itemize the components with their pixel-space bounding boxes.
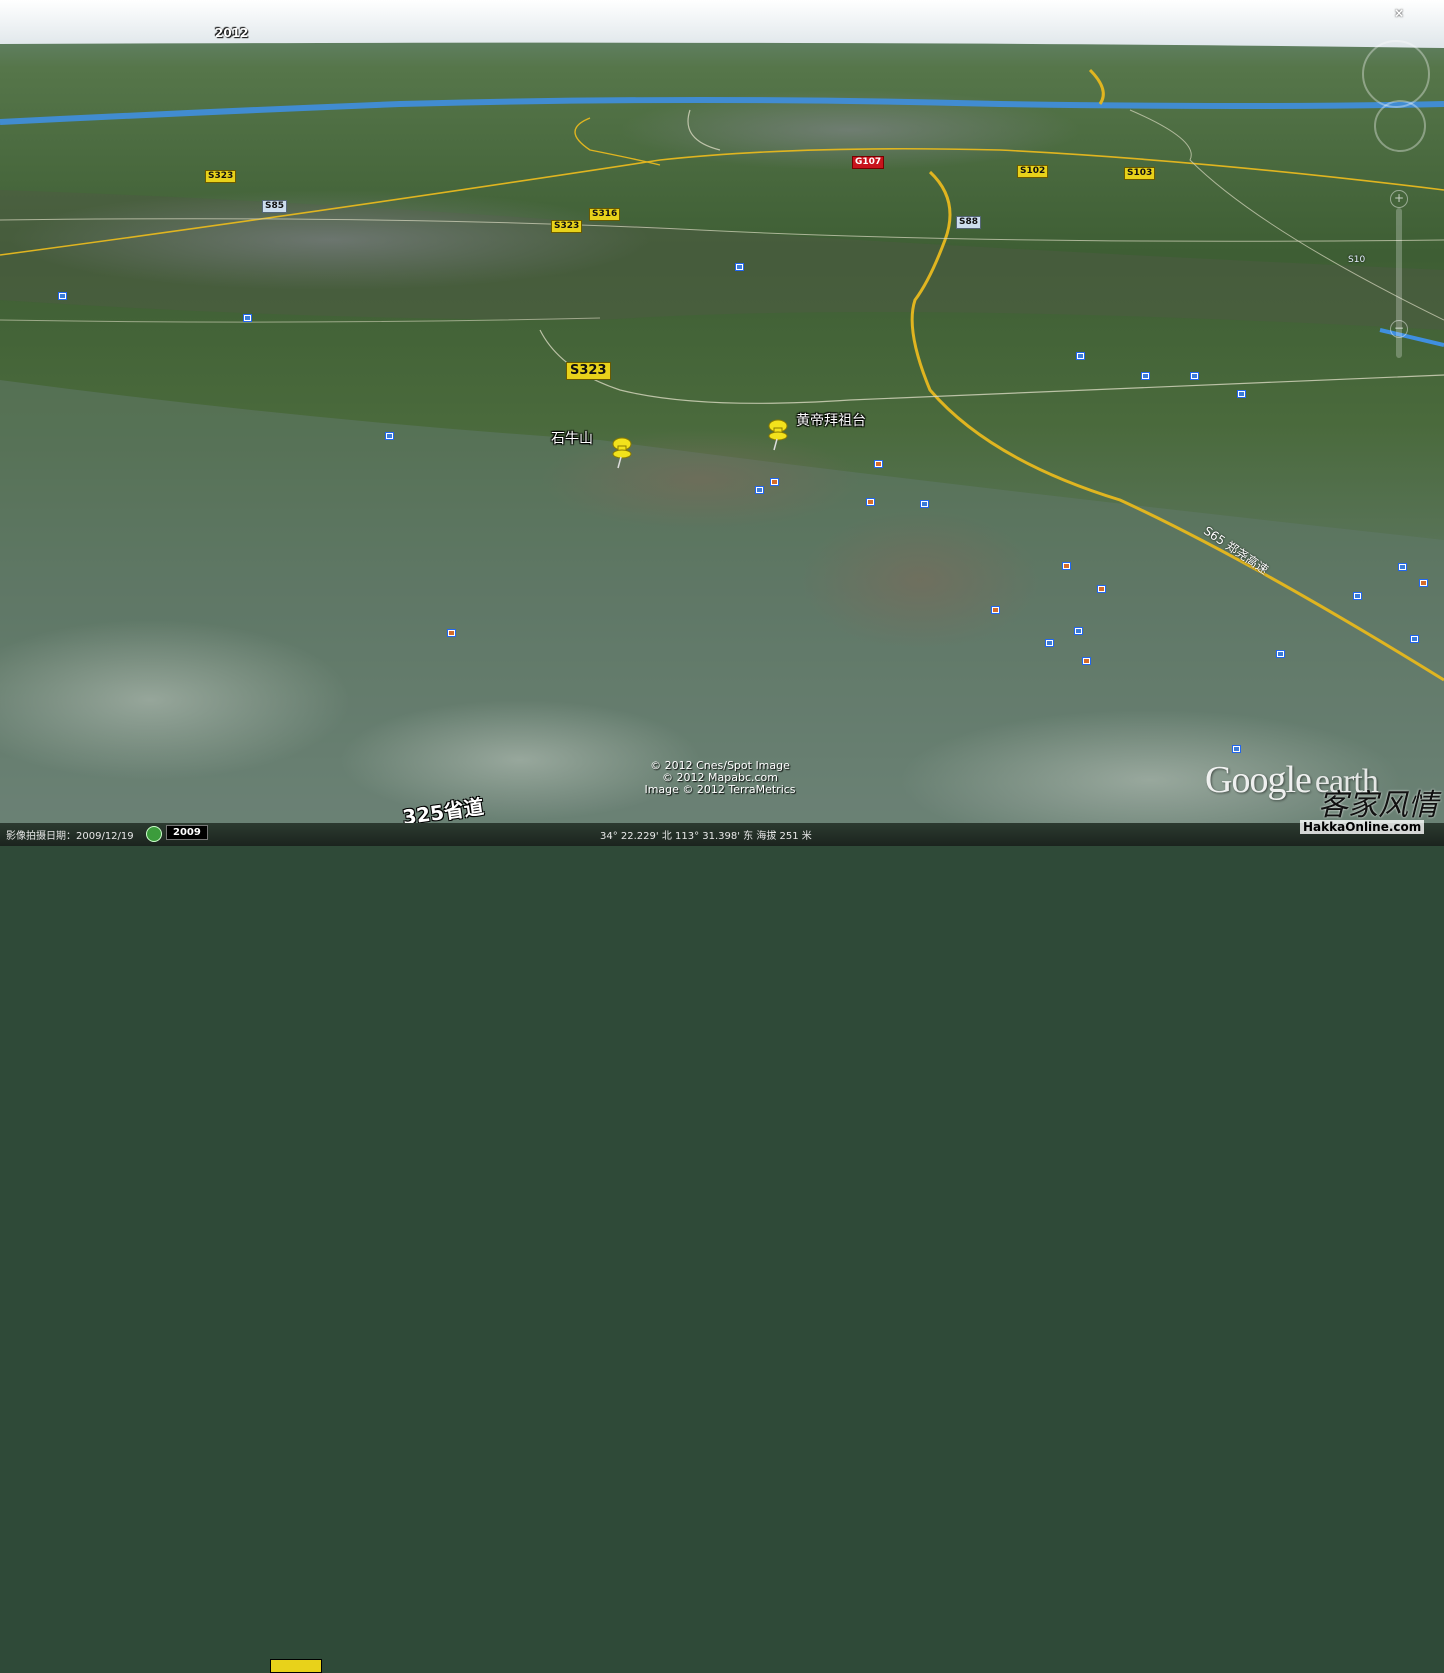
photo-icon[interactable] — [243, 314, 252, 322]
road-shield-s316: S316 — [589, 208, 621, 221]
look-joystick-icon[interactable] — [1362, 40, 1430, 108]
historical-imagery-clock-icon[interactable] — [146, 826, 162, 842]
photo-icon[interactable] — [1353, 592, 1362, 600]
photo-icon[interactable] — [735, 263, 744, 271]
road-shield-s323-far: S323 — [551, 220, 583, 233]
photo-icon[interactable] — [1076, 352, 1085, 360]
year-overlay-label: 2012 — [215, 26, 249, 40]
photo-icon[interactable] — [866, 498, 875, 506]
cursor-coordinates: 34° 22.229' 北 113° 31.398' 东 海拔 251 米 — [600, 831, 812, 842]
terrain-imagery — [0, 0, 1444, 846]
photo-icon[interactable] — [1419, 579, 1428, 587]
photo-icon[interactable] — [1232, 745, 1241, 753]
road-shield-s323: S323 — [566, 362, 611, 380]
close-icon[interactable]: × — [1394, 6, 1404, 20]
photo-icon[interactable] — [1141, 372, 1150, 380]
photo-icon[interactable] — [385, 432, 394, 440]
move-joystick-icon[interactable] — [1374, 100, 1426, 152]
photo-icon[interactable] — [755, 486, 764, 494]
photo-icon[interactable] — [1074, 627, 1083, 635]
photo-icon[interactable] — [1398, 563, 1407, 571]
photo-icon[interactable] — [1190, 372, 1199, 380]
placemark-label[interactable]: 石牛山 — [551, 428, 593, 448]
photo-icon[interactable] — [1237, 390, 1246, 398]
watermark-url: HakkaOnline.com — [1300, 820, 1425, 834]
photo-icon[interactable] — [920, 500, 929, 508]
photo-icon[interactable] — [991, 606, 1000, 614]
road-shield-s102: S102 — [1017, 165, 1049, 178]
photo-icon[interactable] — [1097, 585, 1106, 593]
credit-line: Image © 2012 TerraMetrics — [644, 783, 796, 796]
placemark-label[interactable]: 黄帝拜祖台 — [796, 410, 866, 430]
photo-icon[interactable] — [1062, 562, 1071, 570]
zoom-out-icon[interactable]: − — [1390, 320, 1408, 338]
imagery-date: 影像拍摄日期：2009/12/19 — [6, 831, 134, 842]
watermark-calligraphy: 客家风情 — [1318, 788, 1438, 823]
road-shield-s85: S85 — [262, 200, 288, 213]
photo-icon[interactable] — [447, 629, 456, 637]
logo-google: Google — [1205, 759, 1312, 801]
photo-icon[interactable] — [1410, 635, 1419, 643]
photo-icon[interactable] — [1276, 650, 1285, 658]
road-shield-s323-left: S323 — [205, 170, 237, 183]
zoom-in-icon[interactable]: + — [1390, 190, 1408, 208]
road-shield-s103: S103 — [1124, 167, 1156, 180]
photo-icon[interactable] — [1082, 657, 1091, 665]
road-shield-partial — [270, 1659, 322, 1673]
imagery-credits: © 2012 Cnes/Spot Image © 2012 Mapabc.com… — [600, 760, 840, 796]
photo-icon[interactable] — [1045, 639, 1054, 647]
map-viewport[interactable]: 2012 × S323 S323 S316 S85 S88 S323 S10 G… — [0, 0, 1444, 846]
imagery-year-button[interactable]: 2009 — [166, 825, 208, 840]
road-shield-g107: G107 — [852, 156, 885, 169]
pushpin-icon[interactable] — [606, 430, 636, 470]
photo-icon[interactable] — [58, 292, 67, 300]
status-bar: 影像拍摄日期：2009/12/19 2009 34° 22.229' 北 113… — [0, 823, 1444, 1673]
photo-icon[interactable] — [874, 460, 883, 468]
road-shield-s88: S88 — [956, 216, 982, 229]
navigation-controls[interactable]: + − — [1360, 40, 1440, 358]
pushpin-icon[interactable] — [762, 412, 792, 452]
photo-icon[interactable] — [770, 478, 779, 486]
